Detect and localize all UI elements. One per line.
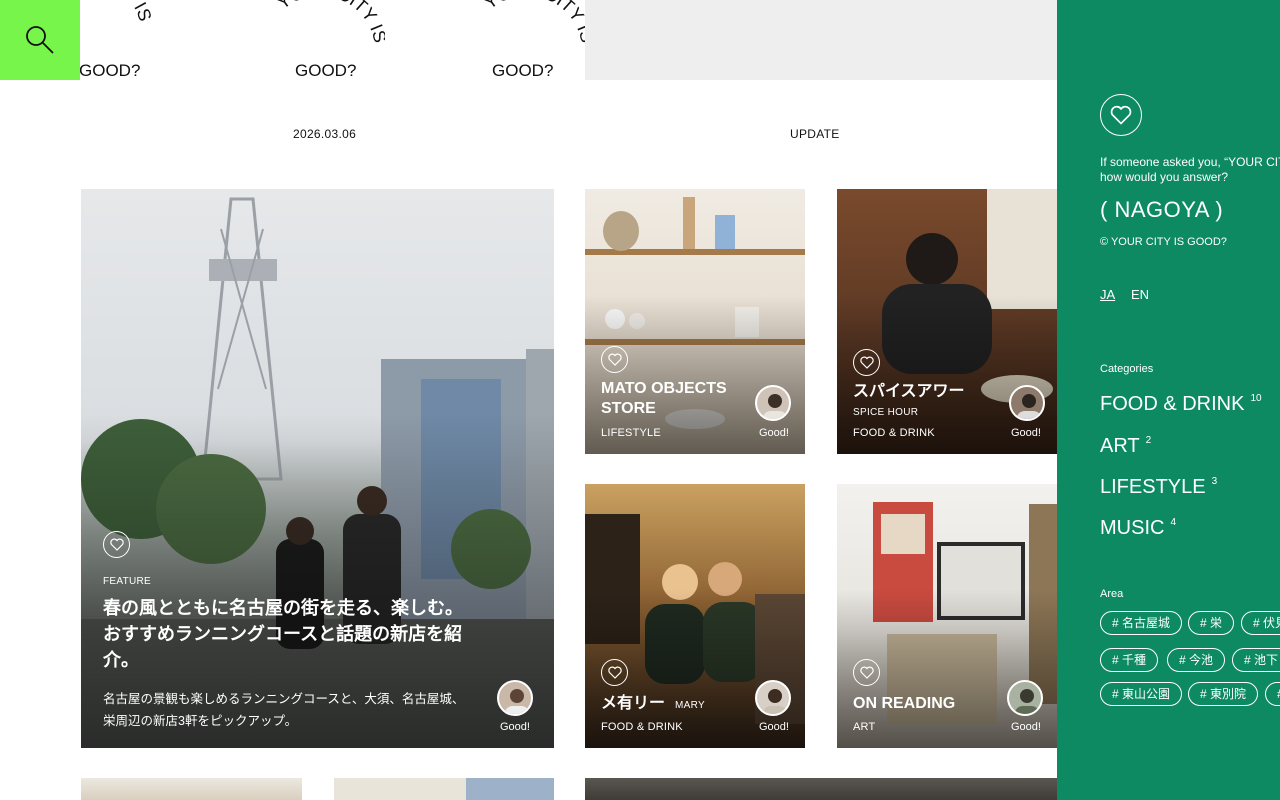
area-tag[interactable]: # 千種 xyxy=(1100,648,1159,672)
area-tag[interactable]: # 東山公園 xyxy=(1100,682,1183,706)
area-tag[interactable]: # 名古屋城 xyxy=(1100,611,1183,635)
good-label: Good! xyxy=(759,721,789,733)
good-label: Good! xyxy=(1011,427,1041,439)
article-card-partial[interactable] xyxy=(585,778,1057,800)
avatar[interactable] xyxy=(1007,680,1043,716)
side-panel: If someone asked you, “YOUR CITY IS GOOD… xyxy=(1057,0,1280,800)
header-banner xyxy=(585,0,1057,80)
card-title[interactable]: MATO OBJECTS STORE xyxy=(601,379,741,419)
logo-text-bottom: GOOD? xyxy=(80,61,140,80)
favorites-button[interactable] xyxy=(1100,94,1142,136)
logo[interactable]: YOUR CITY IS GOOD? xyxy=(80,0,155,80)
card-category: FOOD & DRINK xyxy=(853,427,935,439)
search-button[interactable] xyxy=(0,0,80,80)
feature-kicker: FEATURE xyxy=(103,576,152,587)
feature-title[interactable]: 春の風とともに名古屋の街を走る、楽しむ。おすすめランニングコースと話題の新店を紹… xyxy=(103,595,475,673)
favorite-button[interactable] xyxy=(601,346,628,373)
card-category: FOOD & DRINK xyxy=(601,721,683,733)
article-card-partial[interactable] xyxy=(81,778,302,800)
update-label: UPDATE xyxy=(790,127,840,141)
favorite-button[interactable] xyxy=(853,349,880,376)
favorite-button[interactable] xyxy=(853,659,880,686)
avatar[interactable] xyxy=(1009,385,1045,421)
card-title[interactable]: メ有リー xyxy=(601,694,665,714)
tagline-line-1: If someone asked you, “YOUR CITY IS GOOD… xyxy=(1100,155,1280,169)
avatar[interactable] xyxy=(755,680,791,716)
heart-icon xyxy=(607,666,622,679)
city-name[interactable]: ( NAGOYA ) xyxy=(1100,197,1223,223)
logo-text-top: YOUR CITY IS xyxy=(482,0,585,45)
card-title[interactable]: ON READING xyxy=(853,694,955,714)
lang-en[interactable]: EN xyxy=(1131,287,1149,302)
area-tag[interactable]: # 東別院 xyxy=(1188,682,1259,706)
feature-description: 名古屋の景観も楽しめるランニングコースと、大須、名古屋城、栄周辺の新店3軒をピッ… xyxy=(103,692,465,728)
article-card[interactable]: スパイスアワー SPICE HOUR FOOD & DRINK Good! xyxy=(837,189,1057,454)
card-title[interactable]: スパイスアワー xyxy=(853,382,965,402)
card-category: ART xyxy=(853,721,876,733)
tagline-line-2: how would you answer? xyxy=(1100,170,1229,184)
category-art[interactable]: ART 2 xyxy=(1100,435,1151,458)
area-tag[interactable]: # 池下 xyxy=(1232,648,1280,672)
avatar[interactable] xyxy=(497,680,533,716)
heart-icon xyxy=(109,538,124,551)
area-tag[interactable]: # 伏見 xyxy=(1241,611,1280,635)
article-card[interactable]: メ有リー MARY FOOD & DRINK Good! xyxy=(585,484,805,748)
category-music[interactable]: MUSIC 4 xyxy=(1100,517,1176,540)
update-date: 2026.03.06 xyxy=(293,127,357,141)
category-lifestyle[interactable]: LIFESTYLE 3 xyxy=(1100,476,1217,499)
category-food-drink[interactable]: FOOD & DRINK 10 xyxy=(1100,393,1262,416)
area-tag[interactable]: # 今池 xyxy=(1167,648,1226,672)
article-card[interactable]: MATO OBJECTS STORE LIFESTYLE Good! xyxy=(585,189,805,454)
article-card-partial[interactable] xyxy=(334,778,554,800)
feature-card[interactable]: FEATURE 春の風とともに名古屋の街を走る、楽しむ。おすすめランニングコース… xyxy=(81,189,554,748)
favorite-button[interactable] xyxy=(103,531,130,558)
heart-icon xyxy=(859,356,874,369)
categories-label: Categories xyxy=(1100,363,1154,375)
area-tag[interactable]: # 栄 xyxy=(1188,611,1235,635)
logo-text-top: YOUR CITY IS xyxy=(80,0,155,29)
card-category: LIFESTYLE xyxy=(601,427,661,439)
card-subtitle: MARY xyxy=(675,700,705,711)
copyright: © YOUR CITY IS GOOD? xyxy=(1100,236,1227,248)
good-label: Good! xyxy=(759,427,789,439)
logo-text-bottom: GOOD? xyxy=(295,61,356,80)
avatar[interactable] xyxy=(755,385,791,421)
search-icon xyxy=(26,26,54,54)
favorite-button[interactable] xyxy=(601,659,628,686)
logo-text-bottom: GOOD? xyxy=(492,61,553,80)
good-label: Good! xyxy=(1011,721,1041,733)
logo-text-top: YOUR CITY IS xyxy=(275,0,385,45)
logo[interactable]: YOUR CITY IS GOOD? xyxy=(275,0,385,80)
heart-icon xyxy=(1110,105,1132,125)
heart-icon xyxy=(859,666,874,679)
tagline: If someone asked you, “YOUR CITY IS GOOD… xyxy=(1100,155,1280,185)
logo[interactable]: YOUR CITY IS GOOD? xyxy=(482,0,585,80)
logo-strip: YOUR CITY IS GOOD? YOUR CITY IS GOOD? YO… xyxy=(80,0,585,80)
lang-ja[interactable]: JA xyxy=(1100,287,1115,302)
article-card[interactable]: ON READING ART Good! xyxy=(837,484,1057,748)
card-subtitle: SPICE HOUR xyxy=(853,407,919,418)
area-label: Area xyxy=(1100,588,1124,600)
good-label: Good! xyxy=(500,721,530,733)
heart-icon xyxy=(607,353,622,366)
area-tag[interactable]: # 大須 xyxy=(1265,682,1280,706)
